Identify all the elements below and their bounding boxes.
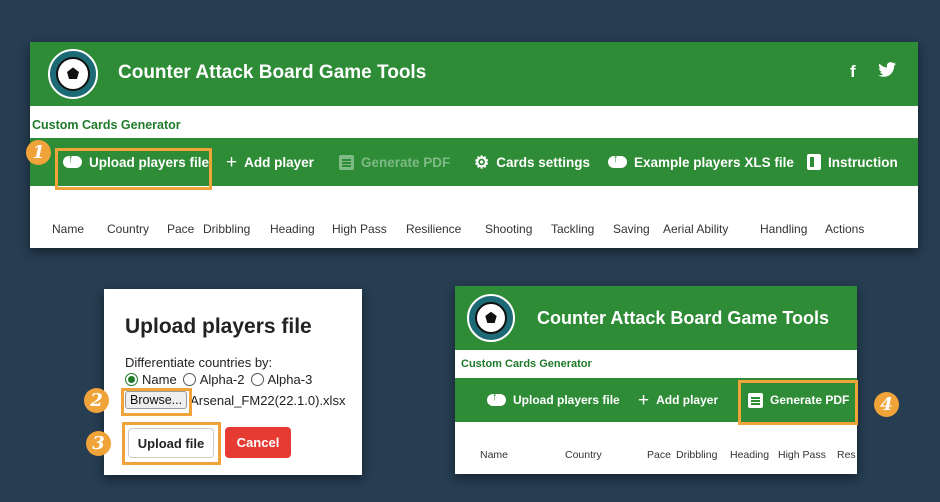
col-shooting[interactable]: Shooting [485, 222, 532, 236]
document-icon [339, 154, 354, 170]
soccer-ball-logo-icon[interactable] [48, 49, 98, 99]
main-app-screenshot: Counter Attack Board Game Tools f Custom… [26, 42, 918, 248]
upload-players-button-small[interactable]: Upload players file [487, 391, 620, 407]
col-pace[interactable]: Pace [167, 222, 194, 236]
step-2-highlight [121, 388, 192, 416]
country-radio-group: Name Alpha-2 Alpha-3 [125, 372, 318, 387]
col-resilience[interactable]: Res [837, 449, 856, 461]
step-1-badge: 1 [26, 140, 51, 165]
col-name[interactable]: Name [52, 222, 84, 236]
book-icon [807, 154, 821, 170]
col-pace[interactable]: Pace [647, 449, 671, 461]
col-tackling[interactable]: Tackling [551, 222, 594, 236]
col-high-pass[interactable]: High Pass [332, 222, 387, 236]
upload-dialog: Upload players file Differentiate countr… [104, 289, 362, 475]
col-high-pass[interactable]: High Pass [778, 449, 826, 461]
col-heading[interactable]: Heading [270, 222, 315, 236]
soccer-ball-logo-icon[interactable] [467, 294, 515, 342]
app-header-small: Counter Attack Board Game Tools [455, 286, 857, 350]
twitter-icon[interactable] [878, 62, 896, 82]
selected-file-name: Arsenal_FM22(22.1.0).xlsx [190, 392, 346, 408]
dialog-title: Upload players file [125, 315, 312, 338]
instruction-button[interactable]: Instruction [807, 154, 898, 170]
app-header: Counter Attack Board Game Tools f [30, 42, 918, 106]
generate-pdf-screenshot: Counter Attack Board Game Tools Custom C… [455, 286, 858, 474]
col-saving[interactable]: Saving [613, 222, 650, 236]
radio-alpha-2-label[interactable]: Alpha-2 [200, 372, 245, 387]
col-country[interactable]: Country [565, 449, 602, 461]
differentiate-label: Differentiate countries by: [125, 355, 273, 370]
col-heading[interactable]: Heading [730, 449, 769, 461]
page-subtitle: Custom Cards Generator [32, 118, 181, 132]
radio-alpha-2[interactable] [182, 373, 196, 386]
page-subtitle-small: Custom Cards Generator [461, 358, 592, 370]
step-1-highlight [55, 148, 212, 190]
col-dribbling[interactable]: Dribbling [676, 449, 717, 461]
add-player-button-small[interactable]: + Add player [638, 391, 718, 410]
step-2-badge: 2 [84, 388, 109, 413]
col-resilience[interactable]: Resilience [406, 222, 461, 236]
step-3-badge: 3 [86, 431, 111, 456]
col-country[interactable]: Country [107, 222, 149, 236]
radio-name[interactable] [125, 373, 138, 386]
plus-icon: + [226, 151, 238, 173]
cancel-button[interactable]: Cancel [225, 427, 291, 458]
step-3-highlight [122, 422, 221, 465]
add-player-button[interactable]: + Add player [226, 153, 314, 172]
step-4-badge: 4 [874, 392, 899, 417]
radio-alpha-3-label[interactable]: Alpha-3 [268, 372, 313, 387]
cards-settings-button[interactable]: ⚙ Cards settings [474, 154, 590, 171]
app-title-small[interactable]: Counter Attack Board Game Tools [537, 308, 829, 329]
radio-alpha-3[interactable] [250, 373, 264, 386]
generate-pdf-button[interactable]: Generate PDF [339, 154, 450, 170]
col-actions: Actions [825, 222, 865, 236]
example-xls-button[interactable]: Example players XLS file [608, 153, 794, 170]
plus-icon: + [638, 389, 650, 411]
col-dribbling[interactable]: Dribbling [203, 222, 250, 236]
cloud-download-icon [608, 153, 627, 168]
col-name[interactable]: Name [480, 449, 508, 461]
gear-icon: ⚙ [474, 152, 490, 172]
app-title[interactable]: Counter Attack Board Game Tools [118, 62, 426, 84]
col-aerial-ability[interactable]: Aerial Ability [663, 222, 728, 236]
facebook-icon[interactable]: f [850, 62, 856, 82]
step-4-highlight [738, 380, 858, 425]
cloud-upload-icon [487, 391, 506, 406]
radio-name-label[interactable]: Name [142, 372, 177, 387]
col-handling[interactable]: Handling [760, 222, 807, 236]
